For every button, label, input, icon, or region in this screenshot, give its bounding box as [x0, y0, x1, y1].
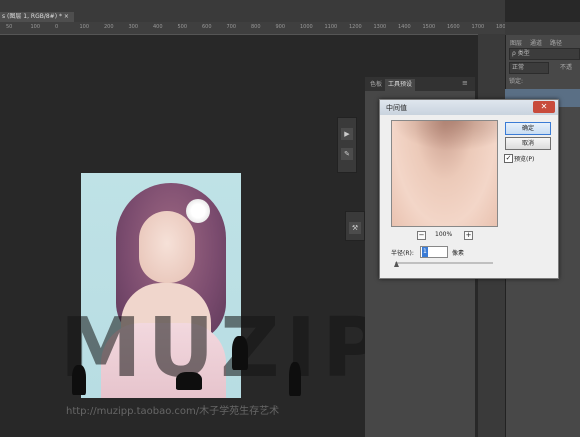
cancel-button[interactable]: 取消	[505, 137, 551, 150]
close-tab-icon[interactable]: ×	[64, 13, 69, 20]
layers-panel-header	[505, 22, 580, 35]
median-filter-dialog: 中间值 ✕ − 100% + 确定 取消 ✓ 预览(P) 半径(R): 1 像素	[379, 99, 559, 279]
ruler-tick: 1200	[349, 24, 362, 30]
document-tab[interactable]: s (图层 1, RGB/8#) * ×	[0, 12, 74, 22]
ruler-tick: 100	[30, 24, 41, 30]
zoom-in-icon[interactable]: +	[464, 231, 473, 240]
dialog-title-bar[interactable]: 中间值 ✕	[380, 100, 558, 115]
ruler-tick: 800	[251, 24, 261, 30]
dialog-title: 中间值	[386, 104, 407, 112]
opacity-label: 不透	[560, 64, 573, 71]
ruler-tick: 100	[79, 24, 90, 30]
tool-panel-tabs: 色板 工具预设	[365, 77, 475, 91]
ruler-tick: 200	[104, 24, 114, 30]
radius-label: 半径(R):	[391, 250, 414, 257]
collapsed-panel-strip: ⚒	[345, 211, 365, 241]
brush-icon[interactable]: ✎	[341, 148, 353, 160]
ruler-tick: 50	[6, 24, 13, 30]
ruler-tick: 1500	[422, 24, 436, 30]
document-tab-bar	[0, 0, 505, 22]
lock-label: 锁定:	[509, 78, 524, 85]
panel-menu-icon[interactable]: ≡	[462, 79, 468, 87]
tab-paths[interactable]: 路径	[550, 38, 562, 47]
preview-label: 预览(P)	[514, 156, 535, 163]
silhouette-figure	[72, 365, 86, 395]
ruler-tick: 0	[55, 24, 59, 30]
ruler-tick: 400	[153, 24, 163, 30]
tab-swatches[interactable]: 色板	[367, 79, 385, 91]
ruler-tick: 1300	[373, 24, 387, 30]
zoom-out-icon[interactable]: −	[417, 231, 426, 240]
silhouette-figure	[176, 372, 202, 390]
close-icon[interactable]: ✕	[533, 101, 555, 113]
filter-preview[interactable]	[391, 120, 498, 227]
layer-filter-select[interactable]: ρ 类型	[509, 48, 580, 60]
radius-value: 1	[422, 247, 428, 257]
silhouette-figure	[289, 362, 301, 396]
tool-preset-icon[interactable]: ⚒	[349, 222, 361, 234]
watermark-url: http://muzipp.taobao.com/木子学苑生存艺术	[66, 406, 280, 417]
ruler-tick: 900	[275, 24, 286, 30]
ruler-tick: 1400	[398, 24, 411, 30]
ruler-tick: 1000	[300, 24, 313, 30]
preview-checkbox[interactable]: ✓	[504, 154, 513, 163]
ruler-tick: 300	[128, 24, 139, 30]
blend-mode-select[interactable]: 正常	[509, 62, 549, 74]
tab-channels[interactable]: 通道	[530, 38, 542, 47]
ruler-tick: 1600	[447, 24, 460, 30]
ruler-tick: 700	[226, 24, 237, 30]
collapsed-panel-strip: ▶ ✎	[337, 117, 357, 173]
tab-tool-presets[interactable]: 工具预设	[385, 79, 416, 91]
ruler-tick: 500	[177, 24, 188, 30]
ruler-tick: 600	[202, 24, 212, 30]
tab-layers[interactable]: 图层	[510, 38, 522, 47]
radius-input[interactable]: 1	[420, 246, 448, 258]
radius-unit: 像素	[452, 250, 465, 257]
play-icon[interactable]: ▶	[341, 128, 353, 140]
ruler-tick: 1700	[471, 24, 485, 30]
horizontal-ruler: 50 100 0 100 200 300 400 500 600 700 800 900 1000 110…	[0, 22, 558, 35]
zoom-level: 100%	[435, 231, 453, 238]
silhouette-figure	[232, 336, 248, 370]
radius-slider[interactable]	[395, 262, 493, 264]
document-tab-title: s (图层 1, RGB/8#) *	[2, 13, 62, 20]
ruler-tick: 1100	[324, 24, 338, 30]
ok-button[interactable]: 确定	[505, 122, 551, 135]
